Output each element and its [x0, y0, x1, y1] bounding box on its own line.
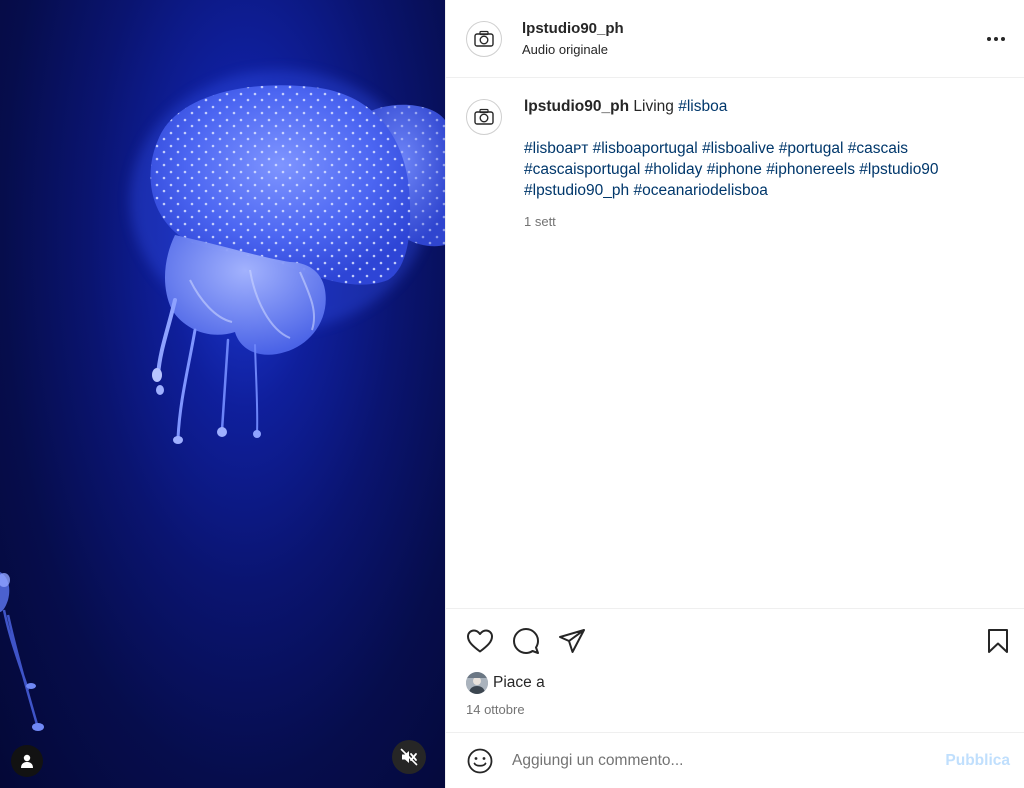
hashtag-link[interactable]: #holiday — [645, 161, 703, 178]
save-button[interactable] — [984, 627, 1012, 655]
smiley-icon — [467, 748, 493, 773]
more-horizontal-icon — [987, 36, 1005, 41]
post-details-panel: lpstudio90_ph Audio originale lpstudio90… — [445, 0, 1024, 788]
hashtag-link[interactable]: #lisboalive — [702, 140, 774, 157]
comment-input[interactable] — [512, 751, 946, 770]
hashtag-link[interactable]: #lisboaᴘᴛ — [524, 140, 588, 157]
author-avatar[interactable] — [466, 20, 502, 57]
instagram-post: lpstudio90_ph Audio originale lpstudio90… — [0, 0, 1024, 788]
post-date: 14 ottobre — [466, 702, 525, 717]
post-comment-button[interactable]: Pubblica — [945, 752, 1010, 770]
camera-logo-icon — [474, 30, 494, 47]
heart-icon — [467, 629, 493, 652]
share-button[interactable] — [558, 627, 586, 655]
likes-section: Piace a 14 ottobre — [446, 672, 1024, 732]
emoji-button[interactable] — [466, 747, 494, 775]
hashtag-link[interactable]: #oceanariodelisboa — [633, 182, 767, 199]
liked-by-label[interactable]: Piace a — [493, 674, 545, 692]
hashtag-link[interactable]: #lisboaportugal — [593, 140, 698, 157]
caption-author-avatar[interactable] — [466, 99, 502, 135]
tagged-users-button[interactable] — [11, 745, 43, 777]
comment-button[interactable] — [512, 627, 540, 655]
more-options-button[interactable] — [984, 27, 1008, 51]
user-icon — [21, 754, 33, 768]
post-age[interactable]: 1 sett — [524, 211, 974, 232]
liker-avatar[interactable] — [466, 672, 488, 694]
action-bar — [446, 608, 1024, 672]
camera-logo-icon — [474, 108, 494, 125]
like-button[interactable] — [466, 627, 494, 655]
hashtag-link[interactable]: #iphone — [707, 161, 762, 178]
send-icon — [559, 628, 585, 653]
bookmark-icon — [988, 628, 1008, 653]
hashtag-link[interactable]: #lpstudio90 — [859, 161, 938, 178]
audio-link[interactable]: Audio originale — [522, 42, 984, 57]
caption-text: Living — [633, 98, 674, 115]
comment-icon — [513, 627, 539, 654]
mute-button[interactable] — [392, 740, 426, 774]
hashtag-link[interactable]: #lisboa — [678, 98, 727, 115]
jellyfish-video-frame — [0, 70, 445, 731]
hashtag-link[interactable]: #cascaisportugal — [524, 161, 640, 178]
comment-bar: Pubblica — [446, 732, 1024, 788]
caption-first-line: lpstudio90_ph Living #lisboa — [524, 96, 974, 117]
hashtag-list: #lisboaᴘᴛ #lisboaportugal #lisboalive #p… — [524, 138, 974, 201]
profile-photo — [466, 672, 488, 694]
speaker-muted-icon — [400, 748, 418, 766]
hashtag-link[interactable]: #iphonereels — [766, 161, 855, 178]
post-media[interactable] — [0, 0, 445, 788]
hashtag-link[interactable]: #cascais — [848, 140, 908, 157]
post-header: lpstudio90_ph Audio originale — [446, 0, 1024, 78]
comments-area: lpstudio90_ph Living #lisboa #lisboaᴘᴛ #… — [446, 78, 1024, 608]
caption-username[interactable]: lpstudio90_ph — [524, 98, 629, 115]
hashtag-link[interactable]: #portugal — [779, 140, 844, 157]
caption: lpstudio90_ph Living #lisboa #lisboaᴘᴛ #… — [524, 96, 974, 232]
caption-row: lpstudio90_ph Living #lisboa #lisboaᴘᴛ #… — [466, 96, 1008, 232]
author-username[interactable]: lpstudio90_ph — [522, 20, 984, 37]
hashtag-link[interactable]: #lpstudio90_ph — [524, 182, 629, 199]
